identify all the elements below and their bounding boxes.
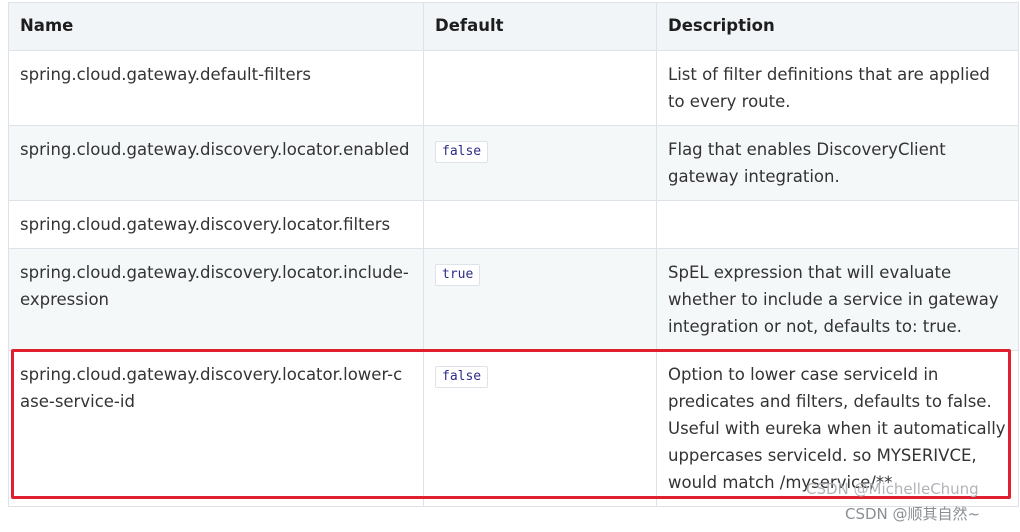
default-value-code: false	[435, 141, 489, 163]
column-header-description: Description	[656, 2, 1019, 51]
properties-table: Name Default Description spring.cloud.ga…	[8, 2, 1019, 507]
watermark-secondary: CSDN @顺其自然~	[845, 505, 981, 523]
property-default: false	[423, 350, 657, 507]
property-name: spring.cloud.gateway.discovery.locator.i…	[8, 248, 424, 351]
property-description: Flag that enables DiscoveryClient gatewa…	[656, 125, 1019, 201]
table-header-row: Name Default Description	[8, 2, 1019, 51]
property-name: spring.cloud.gateway.discovery.locator.f…	[8, 200, 424, 249]
page: Name Default Description spring.cloud.ga…	[0, 0, 1020, 532]
property-description: List of filter definitions that are appl…	[656, 50, 1019, 126]
table-row: spring.cloud.gateway.discovery.locator.e…	[8, 125, 1019, 201]
property-default	[423, 200, 657, 249]
column-header-default: Default	[423, 2, 657, 51]
property-description	[656, 200, 1019, 249]
default-value-code: true	[435, 264, 481, 286]
property-name: spring.cloud.gateway.default-filters	[8, 50, 424, 126]
table-row: spring.cloud.gateway.discovery.locator.i…	[8, 248, 1019, 351]
default-value-code: false	[435, 366, 489, 388]
column-header-name: Name	[8, 2, 424, 51]
table-row: spring.cloud.gateway.discovery.locator.f…	[8, 200, 1019, 249]
property-name: spring.cloud.gateway.discovery.locator.e…	[8, 125, 424, 201]
property-default: true	[423, 248, 657, 351]
property-name: spring.cloud.gateway.discovery.locator.l…	[8, 350, 424, 507]
watermark-primary: CSDN @MichelleChung	[806, 480, 979, 498]
property-default: false	[423, 125, 657, 201]
property-description: SpEL expression that will evaluate wheth…	[656, 248, 1019, 351]
property-default	[423, 50, 657, 126]
table-row: spring.cloud.gateway.default-filters Lis…	[8, 50, 1019, 126]
